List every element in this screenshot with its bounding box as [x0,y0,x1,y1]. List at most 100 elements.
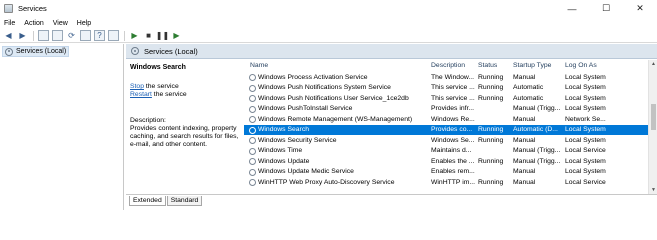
table-row[interactable]: Windows PushToInstall Service Provides i… [244,104,657,115]
service-icon [249,105,256,113]
service-icon [249,74,256,81]
column-log-on-as[interactable]: Log On As [565,62,597,69]
service-status: Running [478,126,504,133]
service-description: Provides infr... [431,105,475,112]
menu-help[interactable]: Help [77,20,91,27]
service-name: Windows Push Notifications User Service_… [258,94,409,102]
table-row[interactable]: Windows Time Maintains d... Manual (Trig… [244,146,657,157]
table-row[interactable]: Windows Remote Management (WS-Management… [244,114,657,125]
start-service-icon[interactable]: ▶ [129,30,140,41]
minimize-button[interactable]: — [555,0,589,17]
table-row-selected[interactable]: Windows Search Provides co... Running Au… [244,124,657,135]
close-button[interactable]: ✕ [623,0,657,17]
selected-service-title: Windows Search [130,64,186,71]
toolbar: ◀ ▶ ⟳ ? ▶ ■ ❚❚ ▶ [0,29,657,43]
details-pane: Services (Local) Windows Search Stop the… [126,44,657,210]
description-label: Description: [130,117,166,124]
column-description[interactable]: Description [431,62,465,69]
console-tree-icon[interactable] [38,30,49,41]
service-description: WinHTTP im... [431,178,476,186]
services-app-icon [4,4,13,13]
maximize-button[interactable]: ☐ [589,0,623,17]
menu-view[interactable]: View [53,20,68,27]
column-status[interactable]: Status [478,62,497,69]
restart-service-icon[interactable]: ▶ [171,30,182,41]
tab-standard[interactable]: Standard [166,196,203,206]
pane-header-title: Services (Local) [144,46,198,56]
service-description: The Window... [431,73,475,81]
service-logon: Local Service [565,147,606,154]
tree-item-services-local[interactable]: Services (Local) [2,46,70,57]
table-row[interactable]: Windows Update Medic Service Enables rem… [244,167,657,178]
pane-header: Services (Local) [126,44,657,59]
column-name[interactable]: Name [250,62,268,69]
service-icon [249,84,256,92]
service-startup: Manual [513,168,536,175]
table-row[interactable]: Windows Update Enables the ... Running M… [244,156,657,167]
vertical-scrollbar[interactable]: ▲ ▼ [648,60,657,194]
service-startup: Manual [513,136,536,144]
scroll-up-arrow-icon[interactable]: ▲ [649,60,657,68]
menu-bar: File Action View Help [0,17,657,29]
service-description: Maintains d... [431,147,472,154]
column-startup-type[interactable]: Startup Type [513,62,551,69]
service-description: This service ... [431,84,475,91]
menu-file[interactable]: File [4,20,15,27]
service-startup: Manual [513,178,536,186]
table-row[interactable]: Windows Process Activation Service The W… [244,72,657,83]
service-description: Windows Re... [431,115,475,123]
restart-action: Restart the service [130,91,238,99]
stop-suffix: the service [143,83,179,90]
tree-item-label: Services (Local) [16,48,67,55]
stop-action: Stop the service [130,83,238,91]
gear-icon [5,47,13,56]
description-text: Provides content indexing, property cach… [130,125,239,148]
menu-action[interactable]: Action [24,20,43,27]
service-description: This service ... [431,94,475,102]
restart-link[interactable]: Restart [130,91,152,98]
service-logon: Local Service [565,178,606,186]
service-name: Windows Push Notifications System Servic… [258,84,391,91]
service-name: Windows Search [258,126,309,133]
title-bar: Services — ☐ ✕ [0,0,657,17]
service-name: Windows Process Activation Service [258,73,368,81]
gear-icon [131,47,139,55]
export-icon[interactable] [80,30,91,41]
service-logon: Network Se... [565,115,606,123]
stop-service-icon[interactable]: ■ [143,30,154,41]
service-description: Enables rem... [431,168,475,175]
toolbar-separator [124,30,125,41]
service-name: WinHTTP Web Proxy Auto-Discovery Service [258,178,395,186]
back-arrow-icon[interactable]: ◀ [3,30,14,41]
view-tabs: Extended Standard [126,194,657,210]
service-status: Running [478,73,504,81]
table-row[interactable]: Windows Push Notifications User Service_… [244,93,657,104]
help-icon[interactable]: ? [94,30,105,41]
console-tree: Services (Local) [0,44,124,210]
service-icon [249,147,256,155]
service-description: Enables the ... [431,157,475,165]
service-name: Windows Security Service [258,136,337,144]
table-row[interactable]: Windows Push Notifications System Servic… [244,83,657,94]
services-list[interactable]: Name Description Status Startup Type Log… [244,60,657,194]
service-status: Running [478,157,504,165]
service-name: Windows Remote Management (WS-Management… [258,115,413,123]
tab-extended[interactable]: Extended [129,196,166,206]
refresh-icon[interactable]: ⟳ [66,30,77,41]
service-startup: Manual (Trigg... [513,147,561,154]
service-description: Provides co... [431,126,473,133]
column-headers: Name Description Status Startup Type Log… [244,60,657,71]
forward-arrow-icon[interactable]: ▶ [17,30,28,41]
pause-service-icon[interactable]: ❚❚ [156,30,169,41]
scroll-thumb[interactable] [651,104,656,130]
table-row[interactable]: WinHTTP Web Proxy Auto-Discovery Service… [244,177,657,188]
list-view-icon[interactable] [52,30,63,41]
properties-icon[interactable] [108,30,119,41]
scroll-down-arrow-icon[interactable]: ▼ [649,186,657,194]
restart-suffix: the service [151,91,187,98]
service-status: Running [478,136,504,144]
window-controls: — ☐ ✕ [555,0,657,17]
table-row[interactable]: Windows Security Service Windows Se... R… [244,135,657,146]
service-icon [249,126,256,134]
stop-link[interactable]: Stop [130,83,144,90]
